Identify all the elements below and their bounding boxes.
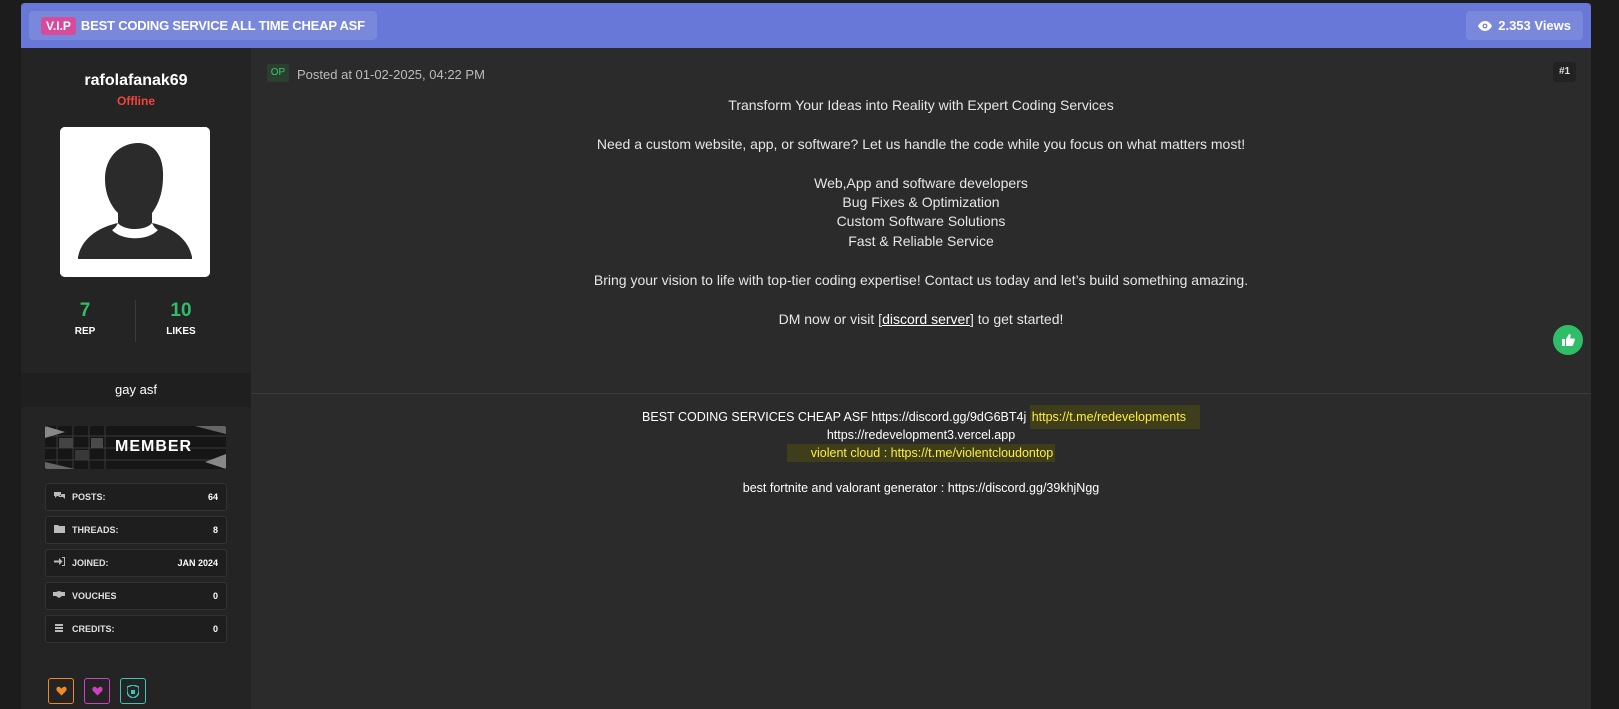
post-line: Transform Your Ideas into Reality with E… [728, 97, 1114, 113]
signature-divider [251, 393, 1591, 394]
heart-icon [55, 686, 67, 696]
handshake-icon [46, 590, 72, 602]
post-line: Fast & Reliable Service [848, 233, 994, 249]
award-pink[interactable] [84, 678, 110, 704]
info-row-vouches: VOUCHES 0 [45, 582, 227, 610]
info-label: JOINED: [72, 558, 109, 568]
thumbs-up-icon [1561, 334, 1575, 346]
signature-line: best fortnite and valorant generator : h… [742, 481, 1100, 495]
info-label: VOUCHES [72, 591, 117, 601]
post-line: Bug Fixes & Optimization [842, 194, 1000, 210]
likes-stat: 10 LIKES [131, 300, 231, 337]
username-link[interactable]: rafolafanak69 [21, 72, 251, 90]
post-cta: DM now or visit [discord server] to get … [251, 311, 1591, 327]
user-title: gay asf [21, 373, 251, 407]
info-value: 8 [212, 525, 218, 535]
views-counter: 2.353 Views [1466, 11, 1583, 40]
thread-title-box: V.I.P BEST CODING SERVICE ALL TIME CHEAP… [29, 11, 377, 40]
info-row-posts: POSTS: 64 [45, 483, 227, 511]
info-value: 64 [207, 492, 218, 502]
likes-count: 10 [170, 300, 192, 321]
views-text: 2.353 Views [1498, 18, 1571, 33]
avatar[interactable] [60, 127, 210, 277]
post-line: Web,App and software developers [814, 175, 1028, 191]
user-status: Offline [117, 94, 155, 108]
rep-label: REP [74, 326, 96, 337]
member-banner: MEMBER [45, 426, 226, 469]
chat-icon [46, 491, 72, 503]
thread-container: V.I.P BEST CODING SERVICE ALL TIME CHEAP… [21, 3, 1591, 709]
info-row-threads: THREADS: 8 [45, 516, 227, 544]
heart-icon [91, 686, 103, 696]
award-teal[interactable] [120, 678, 146, 704]
likes-label: LIKES [166, 326, 196, 337]
eye-icon [1478, 20, 1493, 31]
like-button[interactable] [1553, 325, 1583, 355]
post-number-link[interactable]: #1 [1553, 62, 1576, 82]
info-label: CREDITS: [72, 624, 115, 634]
rep-stat[interactable]: 7 REP [35, 300, 135, 337]
info-value: 0 [212, 591, 218, 601]
op-badge: OP [267, 64, 289, 82]
post-line: Bring your vision to life with top-tier … [593, 272, 1249, 288]
info-label: THREADS: [72, 525, 119, 535]
signature-line: violent cloud : https://t.me/violentclou… [251, 444, 1591, 462]
info-value: JAN 2024 [177, 558, 218, 568]
sign-in-icon [46, 557, 72, 569]
info-value: 0 [212, 624, 218, 634]
signature-line[interactable]: https://redevelopment3.vercel.app [251, 428, 1591, 442]
signature-line: BEST CODING SERVICES CHEAP ASF https://d… [251, 405, 1591, 429]
violent-cloud-link[interactable]: violent cloud : https://t.me/violentclou… [786, 444, 1056, 462]
rep-count: 7 [79, 300, 91, 321]
coins-icon [46, 623, 72, 636]
thread-header: V.I.P BEST CODING SERVICE ALL TIME CHEAP… [21, 3, 1591, 48]
user-sidebar: rafolafanak69 Offline 7 REP 10 LIKES gay… [21, 48, 251, 709]
cta-suffix: ] to get started! [970, 311, 1064, 327]
user-stats: 7 REP 10 LIKES [21, 300, 251, 346]
info-label: POSTS: [72, 492, 106, 502]
info-row-joined: JOINED: JAN 2024 [45, 549, 227, 577]
post-date: Posted at 01-02-2025, 04:22 PM [297, 67, 485, 82]
folder-icon [46, 524, 72, 536]
award-orange[interactable] [48, 678, 74, 704]
thread-title: BEST CODING SERVICE ALL TIME CHEAP ASF [80, 18, 365, 33]
telegram-link[interactable]: https://t.me/redevelopments [1029, 405, 1200, 429]
post-line: Custom Software Solutions [836, 213, 1006, 229]
shield-icon [127, 684, 139, 698]
discord-server-link[interactable]: discord server [882, 311, 970, 327]
info-row-credits: CREDITS: 0 [45, 615, 227, 643]
cta-prefix: DM now or visit [ [778, 311, 883, 327]
post-line: Need a custom website, app, or software?… [596, 136, 1246, 152]
member-banner-text: MEMBER [115, 438, 193, 455]
signature-text: BEST CODING SERVICES CHEAP ASF https://d… [642, 410, 1030, 424]
vip-badge: V.I.P [41, 16, 76, 35]
default-avatar-icon [60, 127, 210, 277]
post-content: OP Posted at 01-02-2025, 04:22 PM #1 Tra… [251, 48, 1591, 709]
